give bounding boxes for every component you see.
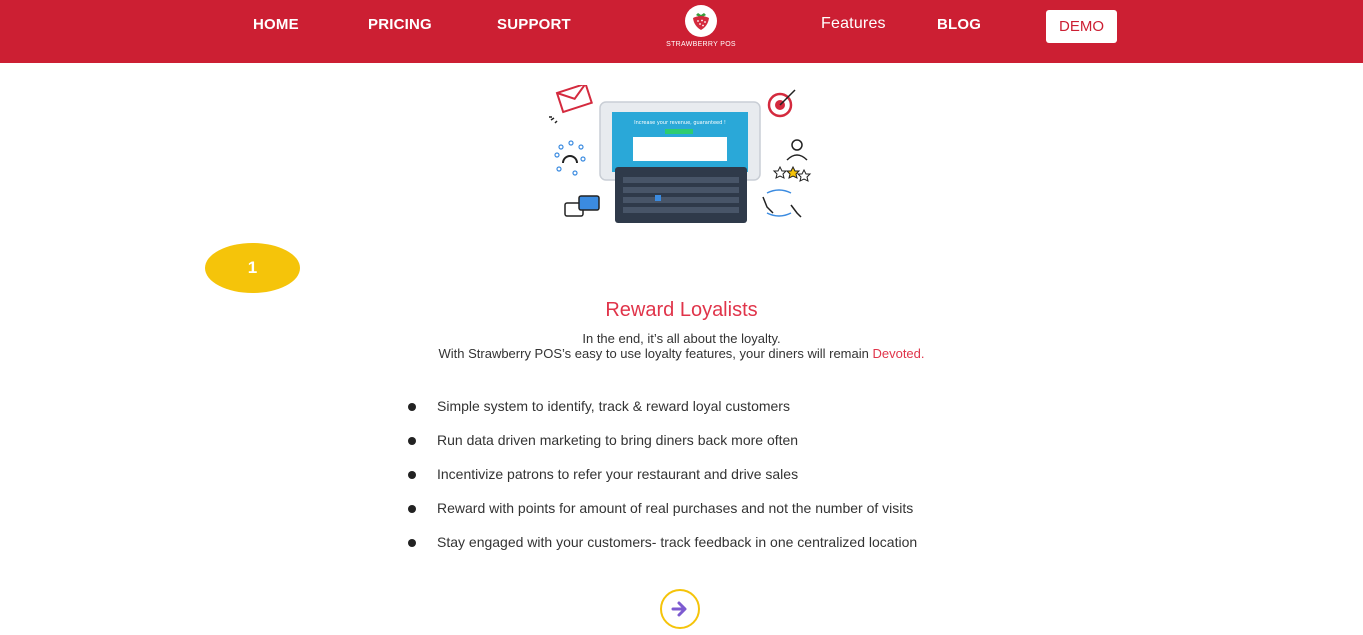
- nav-features-link[interactable]: Features: [821, 15, 886, 33]
- nav-home-link[interactable]: HOME: [253, 16, 299, 33]
- feature-text: Stay engaged with your customers- track …: [437, 534, 918, 550]
- feature-text: Incentivize patrons to refer your restau…: [437, 466, 799, 482]
- nav-support-link[interactable]: SUPPORT: [497, 16, 571, 33]
- list-item: Incentivize patrons to refer your restau…: [408, 466, 1008, 500]
- target-icon: [767, 89, 796, 118]
- top-navbar: HOME PRICING SUPPORT STRAWBERRY POS Feat…: [0, 0, 1363, 63]
- bullet-icon: [408, 403, 416, 411]
- description-line-2-text: With Strawberry POS’s easy to use loyalt…: [438, 346, 873, 361]
- feature-text: Simple system to identify, track & rewar…: [437, 398, 790, 414]
- bullet-icon: [408, 471, 416, 479]
- list-item: Run data driven marketing to bring diner…: [408, 432, 1008, 466]
- support-icon: [554, 140, 586, 176]
- nav-blog-link[interactable]: BLOG: [937, 16, 981, 33]
- devoted-highlight: Devoted.: [872, 346, 925, 361]
- list-item: Stay engaged with your customers- track …: [408, 534, 1008, 568]
- list-item: Simple system to identify, track & rewar…: [408, 398, 1008, 432]
- tablet-keyboard-illustration: Increase your revenue, guaranteed !: [549, 82, 812, 223]
- feature-text: Reward with points for amount of real pu…: [437, 500, 914, 516]
- bullet-icon: [408, 505, 416, 513]
- bullet-icon: [408, 437, 416, 445]
- demo-button[interactable]: DEMO: [1046, 10, 1117, 43]
- step-number-badge: 1: [205, 243, 300, 293]
- section-description: In the end, it’s all about the loyalty. …: [0, 331, 1363, 361]
- next-button[interactable]: [660, 589, 700, 629]
- section-title: Reward Loyalists: [605, 299, 758, 321]
- exchange-icon: [762, 189, 802, 218]
- arrow-right-icon: [671, 601, 687, 617]
- person-stars-icon: [772, 139, 812, 182]
- brand-logo-text: STRAWBERRY POS: [666, 41, 736, 48]
- tablet-screen-text: Increase your revenue, guaranteed !: [634, 120, 726, 126]
- list-item: Reward with points for amount of real pu…: [408, 500, 1008, 534]
- envelope-icon: [555, 82, 593, 114]
- brand-logo[interactable]: STRAWBERRY POS: [664, 5, 738, 57]
- feature-text: Run data driven marketing to bring diner…: [437, 432, 799, 448]
- chat-icon: [564, 195, 600, 217]
- strawberry-icon: [685, 5, 717, 37]
- bullet-icon: [408, 539, 416, 547]
- feature-list: Simple system to identify, track & rewar…: [408, 398, 1008, 568]
- nav-pricing-link[interactable]: PRICING: [368, 16, 432, 33]
- description-line-1: In the end, it’s all about the loyalty.: [582, 331, 781, 346]
- keyboard-icon: [615, 167, 747, 223]
- hero-illustration: Increase your revenue, guaranteed !: [545, 82, 815, 230]
- description-line-2: With Strawberry POS’s easy to use loyalt…: [0, 346, 1363, 361]
